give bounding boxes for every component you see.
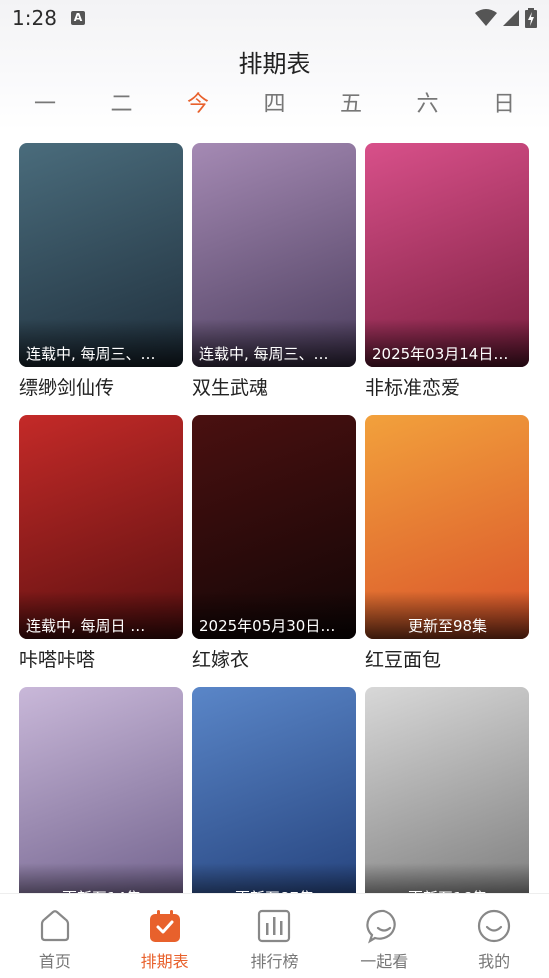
nav-home[interactable]: 首页	[5, 894, 105, 978]
tab-thursday[interactable]: 四	[237, 86, 313, 120]
nav-ranking[interactable]: 排行榜	[224, 894, 324, 978]
show-title[interactable]: 缥缈剑仙传	[19, 373, 183, 400]
ranking-chart-icon	[258, 909, 291, 943]
nav-watch-together[interactable]: 一起看	[334, 894, 434, 978]
show-title[interactable]: 咔嗒咔嗒	[19, 645, 183, 672]
show-poster[interactable]: 连载中, 每周三、…	[19, 143, 183, 367]
tab-saturday[interactable]: 六	[390, 86, 466, 120]
show-title[interactable]: 双生武魂	[192, 373, 356, 400]
tab-tuesday[interactable]: 二	[84, 86, 160, 120]
show-status: 2025年05月30日…	[199, 617, 336, 635]
show-poster[interactable]: 2025年05月30日…	[192, 415, 356, 639]
chat-smile-icon	[366, 909, 397, 944]
nav-schedule[interactable]: 排期表	[115, 894, 215, 978]
show-poster[interactable]: 连载中, 每周三、…	[192, 143, 356, 367]
notification-a-icon: A	[71, 11, 85, 25]
status-bar: 1:28 A	[0, 0, 549, 38]
nav-profile[interactable]: 我的	[444, 894, 544, 978]
show-card[interactable]: 2025年05月30日… 红嫁衣	[192, 415, 356, 687]
status-time: 1:28	[12, 6, 57, 30]
show-status: 连载中, 每周三、…	[199, 345, 329, 363]
nav-watch-together-label: 一起看	[360, 952, 409, 971]
bottom-nav: 首页 排期表 排行榜 一起看 我的	[0, 893, 549, 978]
calendar-check-icon	[149, 910, 180, 942]
show-card[interactable]: 连载中, 每周三、… 缥缈剑仙传	[19, 143, 183, 415]
home-icon	[40, 910, 69, 942]
page-title: 排期表	[238, 50, 311, 78]
tab-today[interactable]: 今	[160, 86, 236, 120]
show-card[interactable]: 连载中, 每周日 … 咔嗒咔嗒	[19, 415, 183, 687]
show-poster[interactable]: 更新至87集	[192, 687, 356, 911]
tab-friday[interactable]: 五	[313, 86, 389, 120]
nav-ranking-label: 排行榜	[250, 952, 299, 971]
signal-icon	[503, 10, 519, 26]
wifi-icon	[475, 9, 497, 26]
show-status: 连载中, 每周三、…	[26, 345, 156, 363]
battery-charging-icon	[525, 8, 537, 28]
show-card[interactable]: 更新至98集 红豆面包	[365, 415, 529, 687]
tab-sunday[interactable]: 日	[466, 86, 542, 120]
show-status: 2025年03月14日…	[372, 345, 509, 363]
show-card[interactable]: 连载中, 每周三、… 双生武魂	[192, 143, 356, 415]
nav-schedule-label: 排期表	[140, 952, 189, 971]
status-icons	[475, 8, 537, 28]
show-poster[interactable]: 更新至98集	[365, 415, 529, 639]
nav-home-label: 首页	[38, 952, 71, 971]
show-poster[interactable]: 2025年03月14日…	[365, 143, 529, 367]
show-status: 更新至98集	[407, 617, 488, 635]
show-poster[interactable]: 更新至16集	[365, 687, 529, 911]
show-title[interactable]: 红豆面包	[365, 645, 529, 672]
show-poster[interactable]: 更新至14集	[19, 687, 183, 911]
show-status: 连载中, 每周日 …	[26, 617, 146, 635]
show-title[interactable]: 红嫁衣	[192, 645, 356, 672]
show-card[interactable]: 2025年03月14日… 非标准恋爱	[365, 143, 529, 415]
nav-profile-label: 我的	[478, 952, 511, 971]
tab-monday[interactable]: 一	[7, 86, 83, 120]
schedule-grid: 连载中, 每周三、… 缥缈剑仙传 连载中, 每周三、… 双生武魂 2025年03…	[19, 143, 530, 959]
show-poster[interactable]: 连载中, 每周日 …	[19, 415, 183, 639]
show-title[interactable]: 非标准恋爱	[365, 373, 529, 400]
weekday-tabs: 一 二 今 四 五 六 日	[7, 86, 542, 120]
profile-smile-icon	[477, 909, 511, 943]
